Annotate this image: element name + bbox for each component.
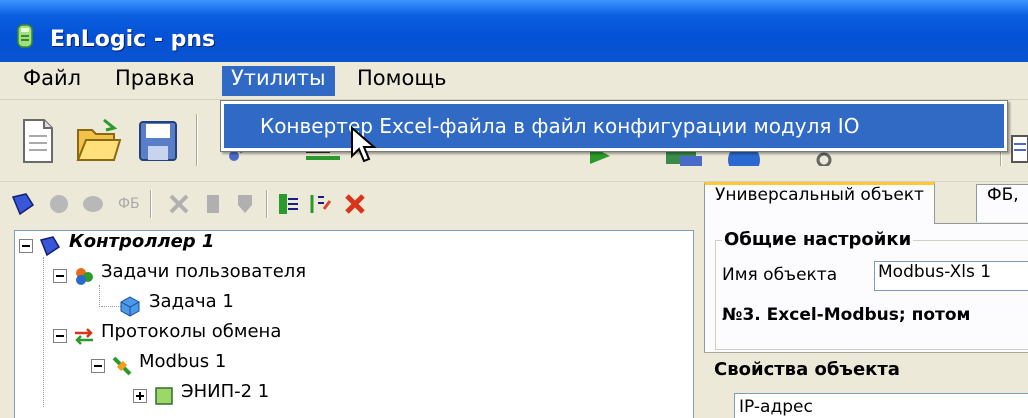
toolbar-separator xyxy=(196,114,198,166)
menu-item-excel-converter[interactable]: Конвертер Excel-файла в файл конфигураци… xyxy=(224,104,1004,148)
section-title: Свойства объекта xyxy=(714,359,900,380)
tree-label: ЭНИП-2 1 xyxy=(181,381,270,402)
expand-toggle[interactable] xyxy=(133,389,147,403)
collapse-toggle[interactable] xyxy=(91,359,105,373)
object-info-text: №3. Excel-Modbus; потом xyxy=(722,305,971,325)
menu-utilities[interactable]: Утилиты xyxy=(222,66,335,96)
menu-help[interactable]: Помощь xyxy=(348,66,456,96)
toolbar-separator xyxy=(150,190,152,218)
add-task-icon[interactable] xyxy=(46,191,72,217)
open-folder-icon[interactable] xyxy=(74,116,122,166)
mouse-cursor-icon xyxy=(351,126,377,163)
modbus-icon xyxy=(112,356,132,376)
menu-edit[interactable]: Правка xyxy=(106,66,204,96)
fb-button[interactable]: ФБ xyxy=(118,196,140,212)
tree-move-icon[interactable] xyxy=(276,191,302,217)
group-title: Общие настройки xyxy=(722,229,914,250)
add-protocol-icon[interactable] xyxy=(80,191,106,217)
app-logo-icon xyxy=(17,24,33,48)
document-list-icon[interactable] xyxy=(1008,116,1028,166)
menu-file[interactable]: Файл xyxy=(14,66,90,96)
collapse-toggle[interactable] xyxy=(19,239,33,253)
tree-label: Протоколы обмена xyxy=(101,321,282,342)
tab-universal-object[interactable]: Универсальный объект xyxy=(704,182,935,224)
tree-guide-line xyxy=(101,306,121,307)
utilities-dropdown-menu: Конвертер Excel-файла в файл конфигураци… xyxy=(220,100,1008,152)
tasks-icon xyxy=(76,268,93,285)
object-name-label: Имя объекта xyxy=(722,265,838,285)
window-title: EnLogic - pns xyxy=(50,27,216,52)
device-icon xyxy=(155,387,173,405)
object-properties-section: Свойства объекта IP-адрес xyxy=(704,352,1028,418)
tree-label: Modbus 1 xyxy=(139,351,227,372)
controller-icon xyxy=(39,236,61,257)
tree-label: Задачи пользователя xyxy=(101,261,307,282)
tree-sort-icon[interactable] xyxy=(308,191,334,217)
general-settings-group: Общие настройки Имя объекта Modbus-Xls 1… xyxy=(715,229,1028,350)
menu-bar: Файл Правка Утилиты Помощь xyxy=(0,62,1028,100)
collapse-toggle[interactable] xyxy=(53,269,67,283)
remove-icon[interactable] xyxy=(342,191,368,217)
ip-address-field[interactable]: IP-адрес xyxy=(734,393,1028,418)
shield-icon[interactable] xyxy=(232,191,258,217)
tree-guide-line xyxy=(43,257,44,407)
add-controller-icon[interactable] xyxy=(10,191,36,217)
properties-panel: Универсальный объект ФБ, Общие настройки… xyxy=(700,182,1028,418)
toolbar-separator xyxy=(266,190,268,218)
tree-label: Задача 1 xyxy=(149,291,234,312)
project-tree: Контроллер 1 Задачи пользователя Задача … xyxy=(14,230,694,418)
protocols-icon xyxy=(75,328,93,345)
tree-label: Контроллер 1 xyxy=(69,231,215,252)
project-tree-panel: Контроллер 1 Задачи пользователя Задача … xyxy=(0,226,700,418)
object-name-input[interactable]: Modbus-Xls 1 xyxy=(874,261,1028,291)
task-cube-icon xyxy=(120,296,140,317)
tab-fb[interactable]: ФБ, xyxy=(976,184,1028,222)
title-bar: EnLogic - pns xyxy=(0,0,1028,62)
collapse-toggle[interactable] xyxy=(53,329,67,343)
new-file-icon[interactable] xyxy=(14,116,62,166)
save-icon[interactable] xyxy=(134,116,182,166)
tree-guide-line xyxy=(99,285,100,307)
tree-toolbar: ФБ xyxy=(0,182,700,226)
cut-icon[interactable] xyxy=(166,191,192,217)
delete-icon[interactable] xyxy=(200,191,226,217)
